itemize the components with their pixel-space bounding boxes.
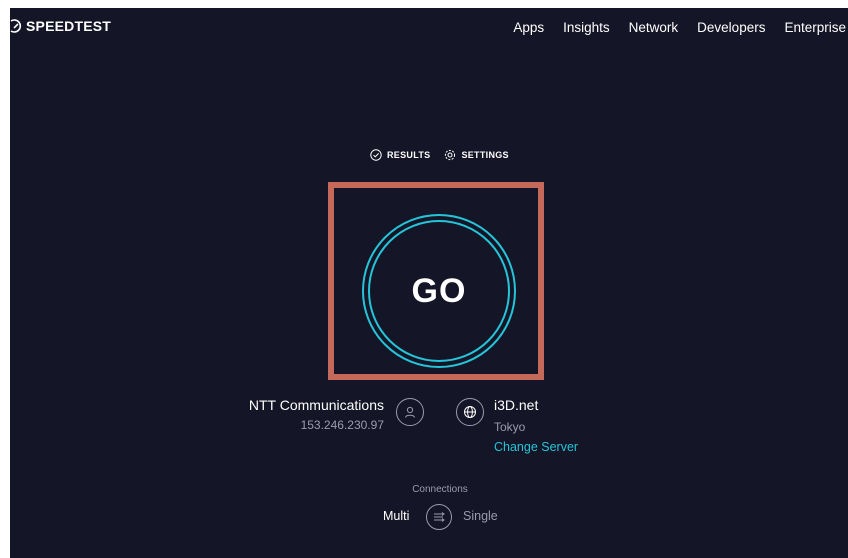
connections-toggle[interactable] xyxy=(426,504,452,530)
nav-apps[interactable]: Apps xyxy=(513,20,544,35)
results-tab[interactable]: RESULTS xyxy=(370,149,430,161)
server-city: Tokyo xyxy=(494,420,526,434)
settings-tab[interactable]: SETTINGS xyxy=(444,149,509,161)
server-name: i3D.net xyxy=(494,397,539,413)
check-circle-icon xyxy=(370,149,382,161)
nav-enterprise[interactable]: Enterprise xyxy=(784,20,846,35)
window-top-border xyxy=(0,0,848,8)
nav-network[interactable]: Network xyxy=(629,20,679,35)
logo-text: SPEEDTEST xyxy=(26,18,112,34)
connections-single-option[interactable]: Single xyxy=(463,509,498,523)
settings-tab-label: SETTINGS xyxy=(461,150,509,160)
nav-insights[interactable]: Insights xyxy=(563,20,610,35)
go-button-label: GO xyxy=(411,271,467,310)
connections-multi-option[interactable]: Multi xyxy=(383,509,409,523)
speedtest-app: SPEEDTEST Apps Insights Network Develope… xyxy=(10,8,848,558)
speedtest-logo[interactable]: SPEEDTEST xyxy=(10,18,111,34)
user-icon xyxy=(396,398,424,426)
connections-label: Connections xyxy=(412,484,468,495)
nav-developers[interactable]: Developers xyxy=(697,20,765,35)
speedtest-logo-icon xyxy=(10,19,22,33)
connections-icon xyxy=(434,512,445,522)
go-button[interactable]: GO xyxy=(362,214,516,368)
isp-name: NTT Communications xyxy=(248,397,384,413)
gear-icon xyxy=(445,149,456,161)
globe-icon xyxy=(456,398,484,426)
change-server-link[interactable]: Change Server xyxy=(494,440,578,454)
isp-ip: 153.246.230.97 xyxy=(300,418,384,432)
results-settings-tabs: RESULTS SETTINGS xyxy=(370,149,509,161)
results-tab-label: RESULTS xyxy=(387,150,431,160)
top-nav: Apps Insights Network Developers Enterpr… xyxy=(513,20,846,35)
